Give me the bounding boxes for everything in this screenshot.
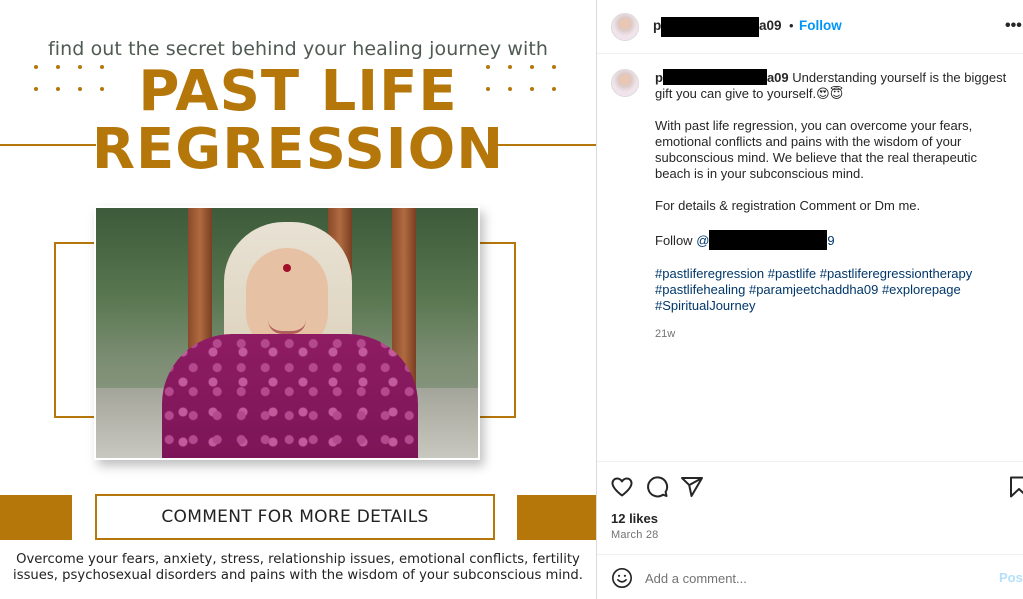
follow-button[interactable]: Follow bbox=[799, 18, 842, 33]
image-headline-line1: PAST LIFE bbox=[138, 59, 458, 124]
caption-username-prefix[interactable]: p bbox=[655, 70, 663, 85]
post-image[interactable]: find out the secret behind your healing … bbox=[0, 0, 596, 599]
post-caption: p a09 Understanding yourself is the bigge… bbox=[655, 69, 1015, 342]
avatar[interactable] bbox=[611, 13, 639, 41]
image-headline-line2: REGRESSION bbox=[91, 117, 505, 182]
caption-paragraph-3: For details & registration Comment or Dm… bbox=[655, 198, 921, 213]
caption-hashtags[interactable]: #pastliferegression #pastlife #pastlifer… bbox=[655, 266, 1015, 314]
redaction-bar bbox=[661, 17, 759, 37]
gold-rule-left bbox=[0, 144, 96, 146]
emoji-icon[interactable] bbox=[611, 567, 633, 589]
bottom-copy-line1: Overcome your fears, anxiety, stress, re… bbox=[16, 552, 580, 567]
post-date[interactable]: March 28 bbox=[611, 529, 658, 541]
comment-divider bbox=[597, 554, 1023, 555]
caption-follow-prefix: Follow bbox=[655, 233, 693, 248]
more-horizontal-icon[interactable]: ••• bbox=[1005, 17, 1022, 35]
gold-rule-right bbox=[494, 144, 596, 146]
heart-icon[interactable] bbox=[610, 475, 634, 499]
header-username-suffix[interactable]: a09 bbox=[759, 18, 782, 33]
portrait-photo bbox=[94, 206, 480, 460]
comment-icon[interactable] bbox=[645, 475, 669, 499]
bottom-copy-line2: issues, psychosexual disorders and pains… bbox=[13, 568, 583, 583]
image-tagline: find out the secret behind your healing … bbox=[47, 38, 549, 60]
caption-age[interactable]: 21w bbox=[655, 326, 1015, 342]
caption-paragraph-2: With past life regression, you can overc… bbox=[655, 118, 978, 181]
header-username-prefix[interactable]: p bbox=[653, 18, 661, 33]
post-sidebar: p a09 • Follow ••• p a09 Understanding yo… bbox=[597, 0, 1023, 599]
caption-mention-link[interactable]: @9 bbox=[696, 230, 835, 250]
cta-banner: COMMENT FOR MORE DETAILS bbox=[95, 494, 495, 540]
bookmark-icon[interactable] bbox=[1007, 475, 1023, 499]
header-separator: • bbox=[789, 18, 794, 33]
caption-avatar[interactable] bbox=[611, 69, 639, 97]
comment-input[interactable] bbox=[645, 568, 985, 588]
actions-divider bbox=[597, 461, 1023, 462]
caption-redaction-bar bbox=[662, 69, 767, 85]
like-count[interactable]: 12 likes bbox=[611, 511, 658, 526]
caption-username-suffix[interactable]: a09 bbox=[767, 70, 789, 85]
mention-at: @ bbox=[696, 233, 710, 248]
gold-bar-right bbox=[517, 495, 596, 540]
post-header: p a09 • Follow ••• bbox=[597, 0, 1023, 54]
mention-redaction-bar bbox=[709, 230, 828, 250]
share-icon[interactable] bbox=[680, 475, 704, 499]
post-comment-button[interactable]: Post bbox=[999, 570, 1023, 585]
mention-suffix: 9 bbox=[827, 233, 835, 248]
image-bottom-copy: Overcome your fears, anxiety, stress, re… bbox=[0, 552, 596, 584]
gold-bar-left bbox=[0, 495, 72, 540]
